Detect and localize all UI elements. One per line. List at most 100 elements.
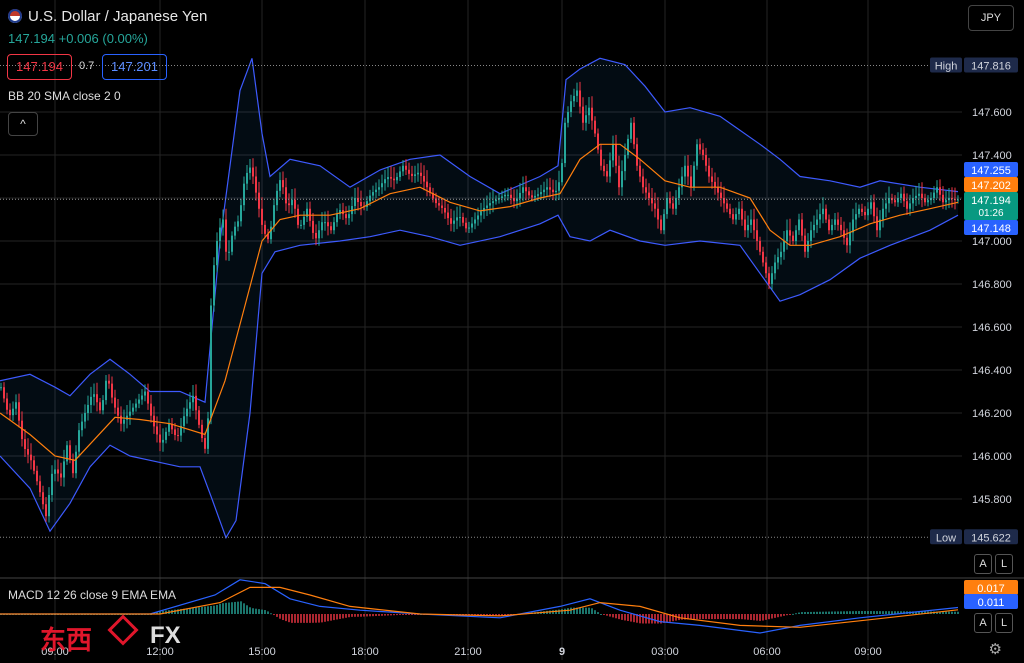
macd-histogram-bar: [291, 614, 293, 623]
macd-histogram-bar: [258, 609, 260, 614]
collapse-indicators-button[interactable]: ^: [8, 112, 38, 136]
candle-body: [570, 101, 572, 112]
bb-lower-tag: 147.148: [971, 223, 1011, 235]
bb-indicator-label[interactable]: BB 20 SMA close 2 0: [8, 89, 121, 103]
candle-body: [210, 305, 212, 419]
macd-indicator-label[interactable]: MACD 12 26 close 9 EMA EMA: [8, 588, 176, 602]
candle-body: [618, 165, 620, 188]
candle-body: [783, 241, 785, 252]
candle-body: [501, 196, 503, 198]
candle-body: [747, 224, 749, 231]
candle-body: [450, 218, 452, 224]
watermark-logo-cn: 东西: [40, 625, 93, 655]
candle-body: [111, 383, 113, 398]
macd-histogram-bar: [849, 611, 851, 614]
macd-histogram-bar: [642, 614, 644, 624]
auto-scale-button[interactable]: A: [974, 554, 992, 574]
macd-histogram-bar: [768, 614, 770, 620]
candle-body: [687, 165, 689, 177]
macd-histogram-bar: [567, 608, 569, 614]
macd-histogram-bar: [243, 603, 245, 614]
macd-histogram-bar: [585, 607, 587, 614]
candle-body: [753, 219, 755, 231]
candle-body: [459, 217, 461, 219]
candle-body: [96, 394, 98, 403]
candle-body: [390, 177, 392, 179]
x-tick-label: 06:00: [753, 646, 781, 658]
macd-histogram-bar: [207, 606, 209, 614]
macd-histogram-bar: [237, 601, 239, 614]
macd-histogram-bar: [579, 607, 581, 614]
candle-body: [105, 380, 107, 401]
candle-body: [225, 219, 227, 252]
candle-body: [312, 220, 314, 233]
candle-body: [336, 214, 338, 223]
macd-histogram-bar: [780, 614, 782, 617]
macd-histogram-bar: [852, 611, 854, 614]
macd-histogram-bar: [813, 611, 815, 614]
candle-body: [300, 224, 302, 226]
candle-body: [402, 165, 404, 172]
candle-body: [117, 407, 119, 416]
macd-histogram-bar: [591, 608, 593, 614]
bar-countdown: 01:26: [978, 208, 1003, 219]
candle-body: [69, 445, 71, 460]
log-scale-button[interactable]: L: [995, 554, 1013, 574]
candle-body: [156, 426, 158, 435]
candle-body: [417, 172, 419, 175]
macd-histogram-bar: [630, 614, 632, 622]
candle-body: [441, 205, 443, 208]
macd-histogram-bar: [819, 611, 821, 614]
candle-body: [711, 176, 713, 182]
candle-body: [186, 408, 188, 417]
settings-gear-icon[interactable]: ⚙: [989, 640, 1002, 658]
candle-body: [144, 391, 146, 396]
macd-histogram-bar: [198, 607, 200, 614]
currency-button[interactable]: JPY: [968, 5, 1014, 31]
macd-histogram-bar: [363, 614, 365, 617]
candle-body: [870, 202, 872, 209]
candle-body: [729, 208, 731, 215]
candle-body: [90, 396, 92, 405]
macd-histogram-bar: [342, 614, 344, 619]
candle-body: [213, 265, 215, 306]
macd-log-scale-button[interactable]: L: [995, 613, 1013, 633]
buy-button[interactable]: 147.201: [102, 54, 167, 80]
macd-histogram-bar: [285, 614, 287, 622]
price-chart[interactable]: 147.600147.400147.200147.000146.800146.6…: [0, 0, 1024, 663]
macd-histogram-bar: [867, 611, 869, 614]
candle-body: [51, 473, 53, 496]
candle-body: [939, 187, 941, 195]
candle-body: [909, 203, 911, 209]
macd-histogram-bar: [357, 614, 359, 617]
candle-body: [690, 176, 692, 188]
candle-body: [915, 195, 917, 198]
candle-body: [558, 182, 560, 191]
sell-button[interactable]: 147.194: [7, 54, 72, 80]
candle-body: [876, 216, 878, 231]
macd-histogram-bar: [561, 609, 563, 614]
candle-body: [897, 198, 899, 203]
macd-histogram-bar: [606, 614, 608, 616]
candle-body: [795, 230, 797, 241]
candle-body: [744, 219, 746, 231]
candle-body: [609, 160, 611, 177]
macd-histogram-bar: [273, 614, 275, 616]
macd-histogram-bar: [810, 611, 812, 614]
macd-histogram-bar: [348, 614, 350, 618]
macd-auto-scale-button[interactable]: A: [974, 613, 992, 633]
symbol-title[interactable]: U.S. Dollar / Japanese Yen: [28, 8, 207, 25]
macd-histogram-bar: [783, 614, 785, 616]
candle-body: [0, 387, 2, 389]
candle-body: [165, 431, 167, 440]
candle-body: [87, 404, 89, 413]
macd-histogram-bar: [216, 605, 218, 614]
candle-body: [834, 219, 836, 225]
macd-histogram-bar: [240, 601, 242, 614]
candle-body: [921, 193, 923, 198]
macd-histogram-bar: [297, 614, 299, 623]
candle-body: [708, 165, 710, 177]
candle-body: [222, 219, 224, 228]
candle-body: [279, 180, 281, 191]
macd-histogram-bar: [888, 611, 890, 614]
